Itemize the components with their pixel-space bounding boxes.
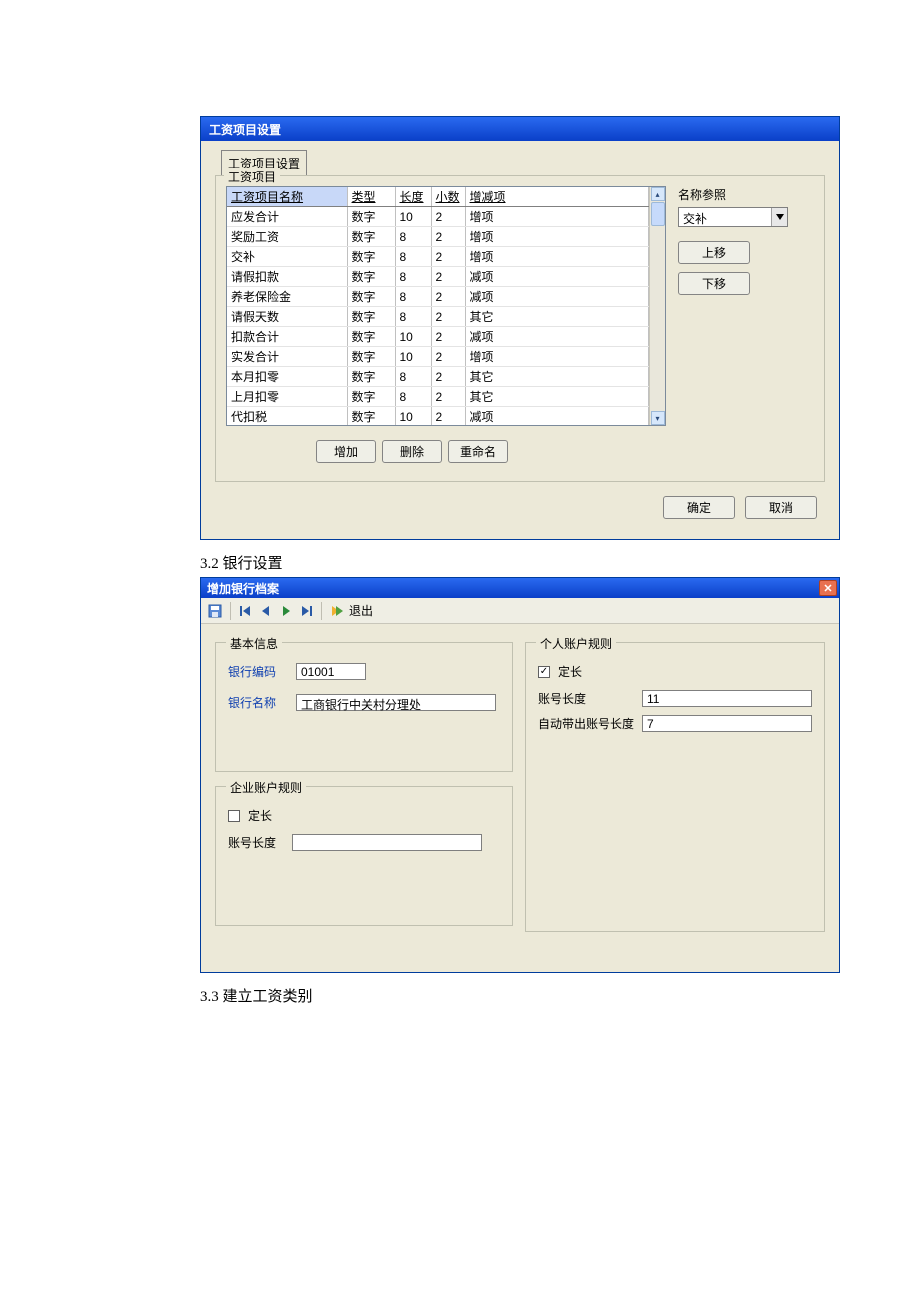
col-decimal[interactable]: 小数	[431, 187, 465, 207]
next-icon[interactable]	[278, 603, 294, 619]
move-up-button[interactable]: 上移	[678, 241, 750, 264]
group-legend: 工资项目	[224, 168, 280, 185]
dropdown-icon[interactable]	[771, 208, 787, 226]
col-length[interactable]: 长度	[395, 187, 431, 207]
ok-button[interactable]: 确定	[663, 496, 735, 519]
bank-code-label: 银行编码	[228, 663, 288, 680]
auto-len-label: 自动带出账号长度	[538, 715, 634, 732]
salary-item-grid[interactable]: 工资项目名称 类型 长度 小数 增减项 应发合计数字102增项奖励工资数字82增…	[226, 186, 666, 426]
toolbar: 退出	[201, 598, 839, 624]
col-change[interactable]: 增减项	[465, 187, 649, 207]
table-row[interactable]: 代扣税数字102减项	[227, 407, 649, 426]
corp-account-rule-group: 企业账户规则 定长 账号长度	[215, 786, 513, 926]
corp-fixed-label: 定长	[248, 807, 272, 824]
personal-fixed-label: 定长	[558, 663, 582, 680]
personal-len-input[interactable]: 11	[642, 690, 812, 707]
cancel-button[interactable]: 取消	[745, 496, 817, 519]
auto-len-input[interactable]: 7	[642, 715, 812, 732]
section-3-2-heading: 3.2 银行设置	[200, 552, 860, 573]
personal-len-label: 账号长度	[538, 690, 634, 707]
grid-header-row: 工资项目名称 类型 长度 小数 增减项	[227, 187, 649, 207]
combo-value: 交补	[679, 208, 771, 226]
table-row[interactable]: 应发合计数字102增项	[227, 207, 649, 227]
scroll-thumb[interactable]	[651, 202, 665, 226]
last-icon[interactable]	[298, 603, 314, 619]
name-reference-label: 名称参照	[678, 186, 798, 203]
bank-name-input[interactable]: 工商银行中关村分理处	[296, 694, 496, 711]
salary-item-settings-window: 工资项目设置 工资项目设置 工资项目 工资项目名称 类型 长	[200, 116, 840, 540]
close-icon[interactable]: ✕	[819, 580, 837, 596]
corp-rule-legend: 企业账户规则	[226, 779, 306, 796]
rename-button[interactable]: 重命名	[448, 440, 508, 463]
first-icon[interactable]	[238, 603, 254, 619]
corp-len-input[interactable]	[292, 834, 482, 851]
exit-label[interactable]: 退出	[349, 602, 373, 619]
corp-fixed-checkbox[interactable]	[228, 810, 240, 822]
basic-info-legend: 基本信息	[226, 635, 282, 652]
personal-fixed-checkbox[interactable]: ✓	[538, 666, 550, 678]
corp-len-label: 账号长度	[228, 834, 284, 851]
window-title: 增加银行档案	[207, 580, 279, 597]
window-title: 工资项目设置	[201, 117, 839, 141]
scroll-up-icon[interactable]: ▴	[651, 187, 665, 201]
save-icon[interactable]	[207, 603, 223, 619]
col-name[interactable]: 工资项目名称	[227, 187, 347, 207]
move-down-button[interactable]: 下移	[678, 272, 750, 295]
basic-info-group: 基本信息 银行编码 01001 银行名称 工商银行中关村分理处	[215, 642, 513, 772]
add-button[interactable]: 增加	[316, 440, 376, 463]
table-row[interactable]: 上月扣零数字82其它	[227, 387, 649, 407]
exit-icon[interactable]	[329, 603, 345, 619]
table-row[interactable]: 奖励工资数字82增项	[227, 227, 649, 247]
add-bank-archive-window: 增加银行档案 ✕ 退出 基本信息 银行编码 01001	[200, 577, 840, 973]
scroll-down-icon[interactable]: ▾	[651, 411, 665, 425]
personal-account-rule-group: 个人账户规则 ✓ 定长 账号长度 11 自动带出账号长度 7	[525, 642, 825, 932]
salary-item-group: 工资项目 工资项目名称 类型 长度 小数	[215, 175, 825, 482]
personal-rule-legend: 个人账户规则	[536, 635, 616, 652]
name-reference-combo[interactable]: 交补	[678, 207, 788, 227]
table-row[interactable]: 实发合计数字102增项	[227, 347, 649, 367]
bank-name-label: 银行名称	[228, 694, 288, 711]
table-row[interactable]: 请假扣款数字82减项	[227, 267, 649, 287]
table-row[interactable]: 扣款合计数字102减项	[227, 327, 649, 347]
table-row[interactable]: 养老保险金数字82减项	[227, 287, 649, 307]
bank-code-input[interactable]: 01001	[296, 663, 366, 680]
section-3-3-heading: 3.3 建立工资类别	[200, 985, 860, 1006]
prev-icon[interactable]	[258, 603, 274, 619]
table-row[interactable]: 请假天数数字82其它	[227, 307, 649, 327]
table-row[interactable]: 本月扣零数字82其它	[227, 367, 649, 387]
delete-button[interactable]: 删除	[382, 440, 442, 463]
table-row[interactable]: 交补数字82增项	[227, 247, 649, 267]
col-type[interactable]: 类型	[347, 187, 395, 207]
grid-scrollbar[interactable]: ▴ ▾	[649, 187, 665, 425]
